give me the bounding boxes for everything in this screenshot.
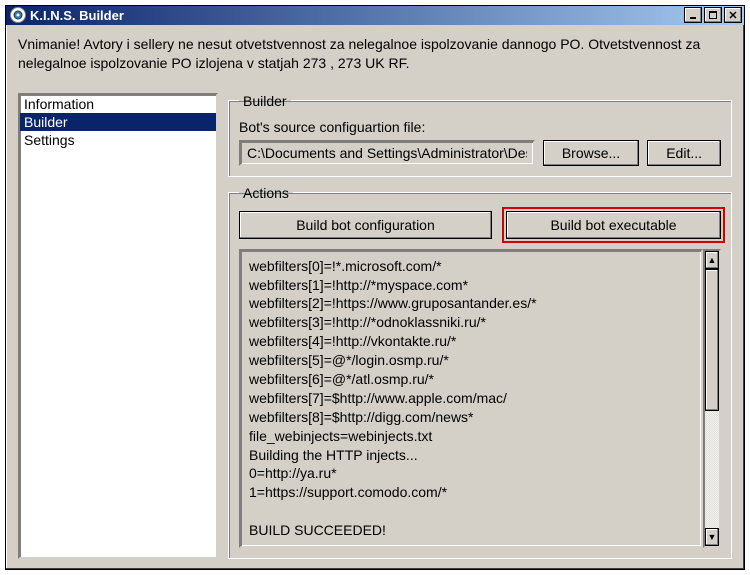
scroll-track[interactable] [705, 269, 719, 528]
sidebar-item-settings[interactable]: Settings [20, 131, 216, 149]
client-area: Vnimanie! Avtory i sellery ne nesut otve… [6, 25, 744, 569]
sidebar-list[interactable]: Information Builder Settings [18, 93, 218, 559]
browse-button[interactable]: Browse... [543, 140, 639, 166]
output-scrollbar[interactable]: ▲ ▼ [703, 249, 721, 548]
warning-text: Vnimanie! Avtory i sellery ne nesut otve… [18, 35, 732, 73]
maximize-button[interactable] [704, 7, 722, 23]
minimize-button[interactable] [684, 7, 702, 23]
actions-legend: Actions [239, 185, 293, 201]
titlebar: K.I.N.S. Builder [6, 6, 744, 25]
window-title: K.I.N.S. Builder [30, 8, 684, 23]
close-button[interactable] [724, 7, 742, 23]
build-config-button[interactable]: Build bot configuration [239, 211, 492, 239]
main-area: Information Builder Settings Builder Bot… [18, 93, 732, 559]
scroll-up-icon[interactable]: ▲ [705, 251, 719, 269]
build-output[interactable]: webfilters[0]=!*.microsoft.com/* webfilt… [239, 249, 703, 548]
config-file-label: Bot's source configuartion file: [239, 119, 721, 135]
right-panel: Builder Bot's source configuartion file:… [228, 93, 732, 559]
sidebar-item-information[interactable]: Information [20, 95, 216, 113]
edit-button[interactable]: Edit... [647, 140, 721, 166]
config-path-input[interactable] [239, 140, 535, 166]
app-window: K.I.N.S. Builder Vnimanie! Avtory i sell… [5, 5, 745, 570]
sidebar-item-builder[interactable]: Builder [20, 113, 216, 131]
actions-fieldset: Actions Build bot configuration Build bo… [228, 185, 732, 559]
window-buttons [684, 7, 742, 23]
app-icon [10, 7, 26, 23]
scroll-thumb[interactable] [705, 269, 719, 412]
builder-fieldset: Builder Bot's source configuartion file:… [228, 93, 732, 177]
build-exe-button[interactable]: Build bot executable [506, 211, 721, 239]
builder-legend: Builder [239, 93, 291, 109]
scroll-down-icon[interactable]: ▼ [705, 528, 719, 546]
